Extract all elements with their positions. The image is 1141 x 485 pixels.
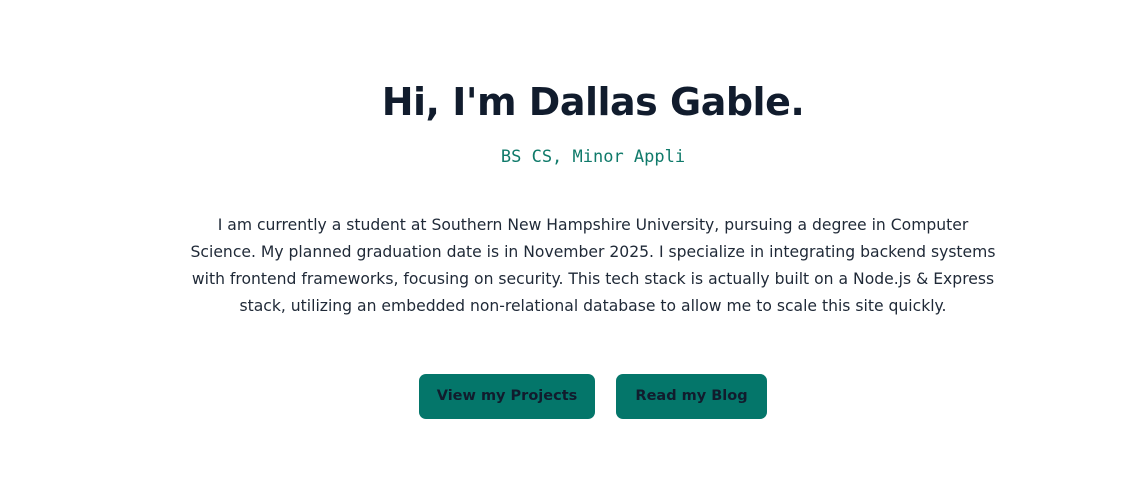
- read-blog-button[interactable]: Read my Blog: [616, 374, 767, 419]
- bio-paragraph: I am currently a student at Southern New…: [190, 216, 996, 315]
- page-title: Hi, I'm Dallas Gable.: [381, 80, 805, 124]
- view-projects-button[interactable]: View my Projects: [419, 374, 595, 419]
- typing-subtitle: BS CS, Minor Appli: [500, 147, 686, 167]
- hero-section: Hi, I'm Dallas Gable. BS CS, Minor Appli…: [0, 0, 1141, 485]
